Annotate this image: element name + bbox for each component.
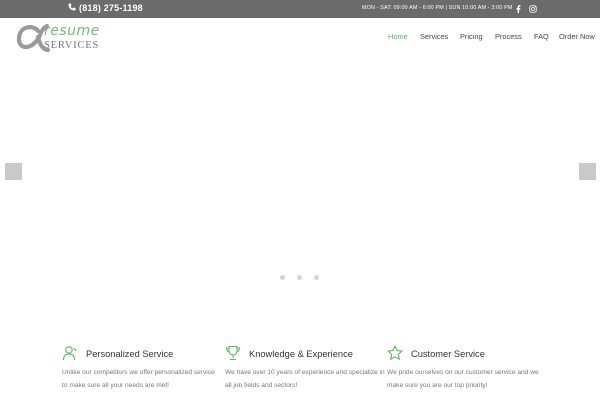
site-header: resume SERVICES Home Services Pricing Pr… bbox=[0, 18, 600, 60]
social-links bbox=[514, 4, 537, 13]
slider-dot[interactable] bbox=[280, 275, 285, 280]
nav-services[interactable]: Services bbox=[420, 32, 448, 41]
phone-number: (818) 275-1198 bbox=[79, 3, 143, 13]
phone-icon bbox=[68, 3, 76, 13]
nav-pricing[interactable]: Pricing bbox=[460, 32, 483, 41]
slider-dot[interactable] bbox=[297, 275, 302, 280]
slider-dots bbox=[280, 275, 319, 280]
feature-text: We have over 10 years of experience and … bbox=[225, 369, 385, 389]
instagram-icon[interactable] bbox=[528, 4, 537, 13]
feature-title: Personalized Service bbox=[86, 349, 174, 359]
person-icon bbox=[62, 345, 78, 361]
trophy-icon bbox=[225, 345, 241, 361]
slider-next-button[interactable] bbox=[579, 163, 596, 180]
business-hours: MON - SAT: 09:00 AM - 6:00 PM | SUN 10:0… bbox=[362, 5, 513, 11]
star-icon bbox=[387, 345, 403, 361]
nav-order-now[interactable]: Order Now bbox=[559, 32, 595, 41]
nav-faq[interactable]: FAQ bbox=[534, 32, 549, 41]
top-bar: (818) 275-1198 MON - SAT: 09:00 AM - 6:0… bbox=[0, 0, 600, 18]
facebook-icon[interactable] bbox=[514, 4, 523, 13]
nav-process[interactable]: Process bbox=[495, 32, 522, 41]
feature-text: Unlike our competitors we offer personal… bbox=[62, 369, 215, 389]
hero-slider bbox=[0, 60, 600, 310]
phone-link[interactable]: (818) 275-1198 bbox=[68, 3, 143, 13]
nav-home[interactable]: Home bbox=[388, 32, 408, 41]
main-nav: Home Services Pricing Process FAQ Order … bbox=[0, 32, 600, 46]
feature-title: Customer Service bbox=[411, 349, 485, 359]
slider-prev-button[interactable] bbox=[5, 163, 22, 180]
feature-title: Knowledge & Experience bbox=[249, 349, 353, 359]
slider-dot[interactable] bbox=[314, 275, 319, 280]
feature-text: We pride ourselves on our customer servi… bbox=[387, 369, 539, 389]
